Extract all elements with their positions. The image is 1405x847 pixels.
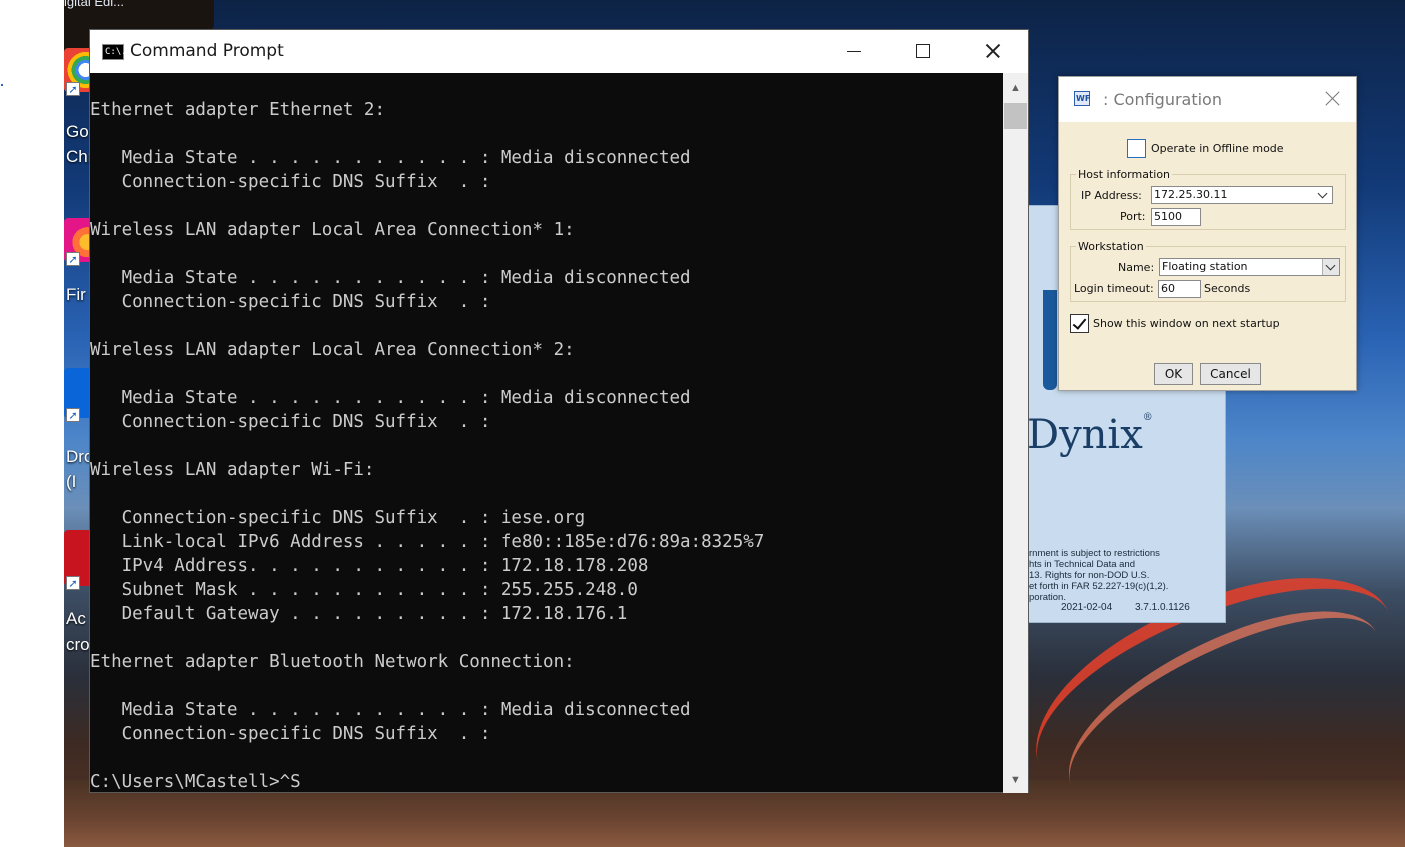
command-prompt-window[interactable]: C:\. Command Prompt Ethernet adapter Eth… xyxy=(89,29,1029,793)
console-line: Connection-specific DNS Suffix . : iese.… xyxy=(90,508,586,528)
console-line: Media State . . . . . . . . . . . : Medi… xyxy=(90,268,691,288)
splash-date: 2021-02-04 xyxy=(1061,602,1113,613)
console-line: IPv4 Address. . . . . . . . . . . : 172.… xyxy=(90,556,649,576)
shortcut-arrow-icon: ➚ xyxy=(66,82,80,96)
console-line: Wireless LAN adapter Local Area Connecti… xyxy=(90,220,575,240)
close-icon[interactable] xyxy=(1321,88,1343,110)
port-input[interactable]: 5100 xyxy=(1151,208,1201,226)
dialog-title: : Configuration xyxy=(1103,90,1222,109)
login-timeout-input[interactable]: 60 xyxy=(1158,280,1201,298)
console-line: Connection-specific DNS Suffix . : xyxy=(90,724,491,744)
scroll-thumb[interactable] xyxy=(1004,103,1027,129)
console-line: Connection-specific DNS Suffix . : xyxy=(90,172,491,192)
dialog-title-bar[interactable]: WF : Configuration xyxy=(1059,77,1356,122)
splash-footer: 2021-02-04 3.7.1.0.1126 xyxy=(1061,602,1210,613)
shortcut-arrow-icon: ➚ xyxy=(66,408,80,422)
scroll-up-arrow-icon[interactable]: ▲ xyxy=(1003,77,1028,99)
scroll-down-arrow-icon[interactable]: ▼ xyxy=(1003,769,1028,791)
splash-version: 3.7.1.0.1126 xyxy=(1134,602,1190,613)
port-label: Port: xyxy=(1120,210,1146,223)
ip-address-value: 172.25.30.11 xyxy=(1154,188,1228,201)
logo-mark xyxy=(1043,290,1057,390)
console-line: Media State . . . . . . . . . . . : Medi… xyxy=(90,700,691,720)
host-group-label: Host information xyxy=(1076,168,1173,181)
show-on-startup-label: Show this window on next startup xyxy=(1093,317,1280,330)
offline-mode-checkbox[interactable] xyxy=(1127,139,1146,158)
console-line: Ethernet adapter Bluetooth Network Conne… xyxy=(90,652,575,672)
console-line: Media State . . . . . . . . . . . : Medi… xyxy=(90,388,691,408)
desktop-icon-label[interactable]: Fir xyxy=(66,285,86,305)
workstation-group-label: Workstation xyxy=(1076,240,1146,253)
desktop-icon-label[interactable]: (I xyxy=(66,472,76,492)
splash-brand: Dynix® xyxy=(1027,412,1153,458)
console-line: Media State . . . . . . . . . . . : Medi… xyxy=(90,148,691,168)
desktop-icon-label[interactable]: cro xyxy=(66,635,90,655)
shortcut-arrow-icon: ➚ xyxy=(66,576,80,590)
seconds-label: Seconds xyxy=(1204,282,1251,295)
chevron-down-icon[interactable] xyxy=(1322,259,1339,275)
login-timeout-label: Login timeout: xyxy=(1074,282,1154,295)
console-line: Default Gateway . . . . . . . . . : 172.… xyxy=(90,604,628,624)
console-line: Connection-specific DNS Suffix . : xyxy=(90,292,491,312)
cmd-app-icon[interactable]: C:\. xyxy=(102,44,127,60)
app-icon: WF xyxy=(1074,91,1090,106)
console-line: C:\Users\MCastell>^S xyxy=(90,772,301,792)
maximize-button[interactable] xyxy=(889,30,957,73)
workstation-name-value: Floating station xyxy=(1162,260,1248,273)
console-line: Connection-specific DNS Suffix . : xyxy=(90,412,491,432)
desktop-icon-label[interactable]: Go xyxy=(66,122,89,142)
desktop-top-label: igital Edi... xyxy=(64,0,124,9)
splash-legal-text: rnment is subject to restrictions hts in… xyxy=(1029,548,1169,603)
console-line: Subnet Mask . . . . . . . . . . . : 255.… xyxy=(90,580,638,600)
console-output[interactable]: Ethernet adapter Ethernet 2: Media State… xyxy=(90,73,1003,793)
console-line: Wireless LAN adapter Wi-Fi: xyxy=(90,460,375,480)
show-on-startup-checkbox[interactable] xyxy=(1070,314,1089,333)
cmd-title-bar[interactable]: C:\. Command Prompt xyxy=(90,30,1028,73)
minimize-button[interactable] xyxy=(820,30,888,73)
offline-mode-label: Operate in Offline mode xyxy=(1151,142,1284,155)
ip-address-label: IP Address: xyxy=(1081,189,1142,202)
console-line: Link-local IPv6 Address . . . . . : fe80… xyxy=(90,532,765,552)
vertical-scrollbar[interactable]: ▲ ▼ xyxy=(1003,73,1028,793)
cancel-button[interactable]: Cancel xyxy=(1200,363,1261,385)
desktop-icon-label[interactable]: Ac xyxy=(66,609,86,629)
name-label: Name: xyxy=(1118,261,1155,274)
chevron-down-icon[interactable] xyxy=(1315,187,1332,203)
ip-address-combobox[interactable]: 172.25.30.11 xyxy=(1151,186,1333,204)
console-line: Wireless LAN adapter Local Area Connecti… xyxy=(90,340,575,360)
shortcut-arrow-icon: ➚ xyxy=(66,252,80,266)
blue-dot xyxy=(1,84,3,86)
configuration-dialog[interactable]: WF : Configuration Operate in Offline mo… xyxy=(1058,76,1357,391)
console-line: Ethernet adapter Ethernet 2: xyxy=(90,100,386,120)
workstation-name-combobox[interactable]: Floating station xyxy=(1159,258,1340,276)
left-white-strip xyxy=(0,0,64,847)
close-button[interactable] xyxy=(958,30,1026,73)
ok-button[interactable]: OK xyxy=(1154,363,1193,385)
window-title: Command Prompt xyxy=(130,41,284,61)
